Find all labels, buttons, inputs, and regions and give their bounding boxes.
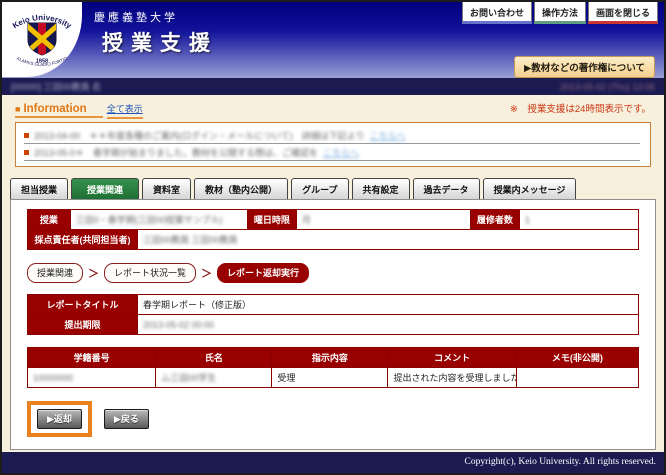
tab-materials[interactable]: 教材（塾内公開）	[194, 178, 288, 199]
header-nav: お問い合わせ 操作方法 画面を閉じる	[460, 2, 658, 24]
memo-header: メモ(非公開)	[516, 348, 638, 368]
show-all-link[interactable]: 全て表示	[107, 102, 143, 119]
course-info-table: 授業 三田0・春学期(三田00授業サンプル) 曜日時限 月 履修者数 1	[27, 209, 639, 230]
course-value: 三田0・春学期(三田00授業サンプル)	[70, 210, 247, 230]
day-period-value: 月	[296, 210, 470, 230]
return-button-highlight: ▶返却	[27, 401, 92, 437]
action-buttons: ▶返却 ▶戻る	[27, 401, 639, 437]
grader-label: 採点責任者(共同担当者)	[28, 230, 138, 250]
footer-copyright: Copyright(c), Keio University. All right…	[2, 452, 664, 473]
info-item-link[interactable]: こちらへ	[370, 129, 406, 142]
grader-info-table: 採点責任者(共同担当者) 三田00教員 三田00教員	[27, 229, 639, 250]
logged-in-user: [00000] 三田00教員 名	[11, 80, 101, 93]
comment-header: コメント	[388, 348, 516, 368]
university-name: 慶應義塾大学	[94, 9, 178, 25]
tab-past-data[interactable]: 過去データ	[413, 178, 480, 199]
information-header: ■Information 全て表示 ※ 授業支援は24時間表示です。	[15, 101, 651, 119]
breadcrumb-report-return-execute: レポート返却実行	[217, 263, 309, 283]
grader-value: 三田00教員 三田00教員	[137, 230, 638, 250]
enrolled-value: 1	[519, 210, 638, 230]
app-title: 授業支援	[102, 27, 218, 57]
tab-share-settings[interactable]: 共有設定	[352, 178, 410, 199]
instruction-cell: 受理	[272, 368, 388, 388]
keio-crest-icon: Keio University 1858 CALAMVS GLADIO FORT…	[2, 2, 82, 77]
content-panel: 授業 三田0・春学期(三田00授業サンプル) 曜日時限 月 履修者数 1 採点責…	[10, 199, 656, 450]
student-id-cell: 10000000	[28, 368, 156, 388]
tab-groups[interactable]: グループ	[291, 178, 348, 199]
students-header-row: 学籍番号 氏名 指示内容 コメント メモ(非公開)	[28, 348, 639, 368]
instruction-header: 指示内容	[272, 348, 388, 368]
tab-class-messages[interactable]: 授業内メッセージ	[483, 178, 577, 199]
course-label: 授業	[28, 210, 71, 230]
breadcrumb: 授業関連 ＞ レポート状況一覧 ＞ レポート返却実行	[27, 263, 639, 283]
return-button[interactable]: ▶返却	[37, 409, 82, 429]
note-24h: ※ 授業支援は24時間表示です。	[510, 101, 651, 115]
info-item-text: 2013-05-0＊ 春学期が始まりました。教材を公開する際は、ご確認を	[34, 146, 318, 159]
info-item: 2013-05-0＊ 春学期が始まりました。教材を公開する際は、ご確認を こちら…	[24, 144, 640, 161]
student-name-cell: ム三田00学生	[156, 368, 272, 388]
bullet-icon	[24, 133, 29, 138]
deadline-label: 提出期限	[28, 315, 138, 335]
materials-copyright-button[interactable]: ▶教材などの著作権について	[514, 56, 655, 78]
comment-cell: 提出された内容を受理しました。	[388, 368, 516, 388]
students-table: 学籍番号 氏名 指示内容 コメント メモ(非公開) 10000000 ム三田00…	[27, 347, 639, 388]
breadcrumb-report-status-list[interactable]: レポート状況一覧	[104, 263, 196, 283]
information-title: ■Information	[15, 103, 103, 118]
current-datetime: 2013-05-02 (Thu) 13:06	[560, 82, 655, 92]
keio-logo: Keio University 1858 CALAMVS GLADIO FORT…	[2, 2, 82, 77]
info-item-link[interactable]: こちらへ	[323, 146, 359, 159]
memo-cell	[516, 368, 638, 388]
header: Keio University 1858 CALAMVS GLADIO FORT…	[2, 2, 664, 78]
user-bar: [00000] 三田00教員 名 2013-05-02 (Thu) 13:06	[2, 78, 664, 95]
information-box: 2013-04-00 ＊＊年度各種のご案内(ログイン・メールについて) 詳細は下…	[15, 122, 651, 167]
day-period-label: 曜日時限	[247, 210, 296, 230]
info-item: 2013-04-00 ＊＊年度各種のご案内(ログイン・メールについて) 詳細は下…	[24, 127, 640, 144]
breadcrumb-separator: ＞	[88, 265, 99, 281]
deadline-value: 2013-05-02 00:00	[137, 315, 638, 335]
bullet-icon	[24, 150, 29, 155]
close-screen-button[interactable]: 画面を閉じる	[588, 2, 658, 24]
how-to-button[interactable]: 操作方法	[534, 2, 586, 24]
information-title-text: Information	[23, 103, 86, 115]
student-id-header: 学籍番号	[28, 348, 156, 368]
information-bullet-icon: ■	[15, 104, 20, 114]
main-tabs: 担当授業 授業関連 資料室 教材（塾内公開） グループ 共有設定 過去データ 授…	[10, 178, 656, 199]
report-title-value: 春学期レポート（修正版）	[137, 295, 638, 315]
student-row: 10000000 ム三田00学生 受理 提出された内容を受理しました。	[28, 368, 639, 388]
enrolled-label: 履修者数	[470, 210, 519, 230]
report-title-label: レポートタイトル	[28, 295, 138, 315]
course-support-window: Keio University 1858 CALAMVS GLADIO FORT…	[0, 0, 666, 475]
tab-class-related[interactable]: 授業関連	[71, 178, 139, 199]
breadcrumb-separator: ＞	[201, 265, 212, 281]
breadcrumb-class-related[interactable]: 授業関連	[27, 263, 83, 283]
back-button[interactable]: ▶戻る	[104, 409, 149, 429]
student-name-header: 氏名	[156, 348, 272, 368]
tab-library[interactable]: 資料室	[142, 178, 191, 199]
contact-button[interactable]: お問い合わせ	[462, 2, 532, 24]
info-item-text: 2013-04-00 ＊＊年度各種のご案内(ログイン・メールについて) 詳細は下…	[34, 129, 365, 142]
report-info-table: レポートタイトル 春学期レポート（修正版） 提出期限 2013-05-02 00…	[27, 294, 639, 335]
tab-assigned-classes[interactable]: 担当授業	[10, 178, 68, 199]
